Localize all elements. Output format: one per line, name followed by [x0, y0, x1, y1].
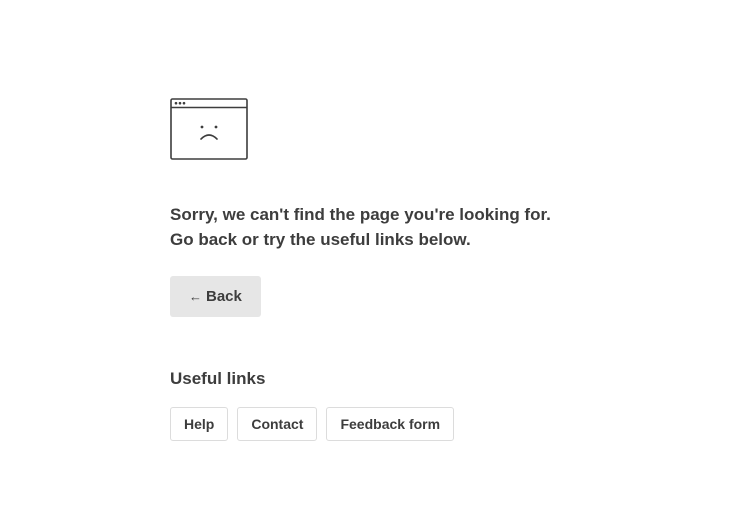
sad-browser-window-icon	[170, 98, 248, 160]
error-message: Sorry, we can't find the page you're loo…	[170, 202, 690, 252]
useful-links-list: Help Contact Feedback form	[170, 407, 690, 441]
back-button[interactable]: ← Back	[170, 276, 261, 317]
error-message-line-2: Go back or try the useful links below.	[170, 230, 471, 249]
useful-links-heading: Useful links	[170, 369, 266, 388]
error-message-line-1: Sorry, we can't find the page you're loo…	[170, 205, 551, 224]
back-button-label: Back	[206, 288, 242, 305]
feedback-form-link-button[interactable]: Feedback form	[326, 407, 455, 441]
help-link-button[interactable]: Help	[170, 407, 229, 441]
back-arrow-icon: ←	[189, 289, 202, 304]
contact-link-button[interactable]: Contact	[237, 407, 318, 441]
not-found-content: Sorry, we can't find the page you're loo…	[170, 98, 690, 441]
